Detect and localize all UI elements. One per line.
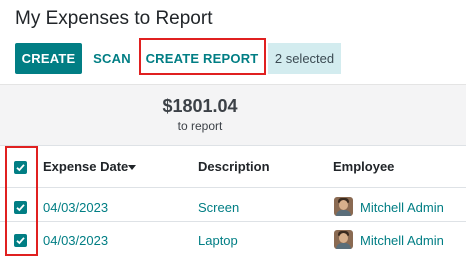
employee-cell[interactable]: Mitchell Admin <box>360 233 444 248</box>
expense-date-cell[interactable]: 04/03/2023 <box>43 200 108 215</box>
employee-avatar <box>334 197 353 216</box>
scan-button[interactable]: SCAN <box>87 43 137 74</box>
check-icon <box>16 204 25 212</box>
create-report-button[interactable]: CREATE REPORT <box>143 43 261 74</box>
check-icon <box>16 164 25 172</box>
description-cell[interactable]: Laptop <box>198 233 238 248</box>
caret-down-icon[interactable] <box>128 165 136 170</box>
select-all-checkbox[interactable] <box>14 161 27 174</box>
employee-cell[interactable]: Mitchell Admin <box>360 200 444 215</box>
summary-amount: $1801.04 <box>162 96 238 116</box>
column-header-employee[interactable]: Employee <box>333 159 394 174</box>
page-title: My Expenses to Report <box>15 8 213 29</box>
row-checkbox[interactable] <box>14 201 27 214</box>
description-cell[interactable]: Screen <box>198 200 239 215</box>
expense-date-cell[interactable]: 04/03/2023 <box>43 233 108 248</box>
column-header-expense-date[interactable]: Expense Date <box>43 159 128 174</box>
check-icon <box>16 237 25 245</box>
selection-count-badge: 2 selected <box>268 43 341 74</box>
employee-avatar <box>334 230 353 249</box>
column-header-description[interactable]: Description <box>198 159 270 174</box>
create-button[interactable]: CREATE <box>15 43 82 74</box>
summary-caption: to report <box>177 119 223 133</box>
row-checkbox[interactable] <box>14 234 27 247</box>
